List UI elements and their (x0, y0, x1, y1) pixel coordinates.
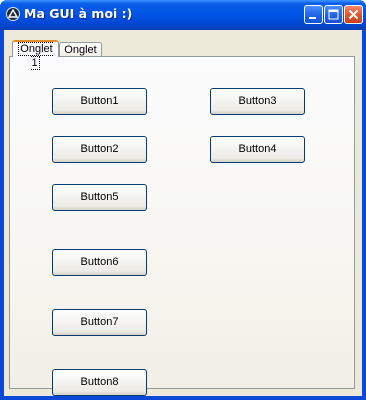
maximize-icon (328, 9, 339, 20)
button-2[interactable]: Button2 (52, 136, 147, 163)
button-7[interactable]: Button7 (52, 309, 147, 336)
button-4[interactable]: Button4 (210, 136, 305, 163)
app-icon[interactable] (6, 7, 20, 21)
button-5[interactable]: Button5 (52, 184, 147, 211)
close-button[interactable] (344, 5, 363, 24)
minimize-icon (309, 17, 316, 19)
maximize-button[interactable] (324, 5, 343, 24)
minimize-button[interactable] (304, 5, 323, 24)
button-8[interactable]: Button8 (52, 369, 147, 396)
close-icon (348, 9, 359, 20)
tab-onglet-1[interactable]: Onglet 1 (12, 40, 59, 70)
window-client-area: Onglet 1 Onglet 2 Button1 Button3 Button… (4, 30, 362, 396)
application-window: Ma GUI à moi :) Onglet 1 Onglet 2 Button… (0, 0, 366, 400)
title-bar[interactable]: Ma GUI à moi :) (0, 0, 366, 30)
tab-onglet-2[interactable]: Onglet 2 (59, 42, 102, 70)
tab-page-content: Button1 Button3 Button2 Button4 Button5 … (9, 56, 355, 396)
button-1[interactable]: Button1 (52, 88, 147, 115)
button-6[interactable]: Button6 (52, 249, 147, 276)
button-3[interactable]: Button3 (210, 88, 305, 115)
window-title: Ma GUI à moi :) (24, 6, 133, 21)
